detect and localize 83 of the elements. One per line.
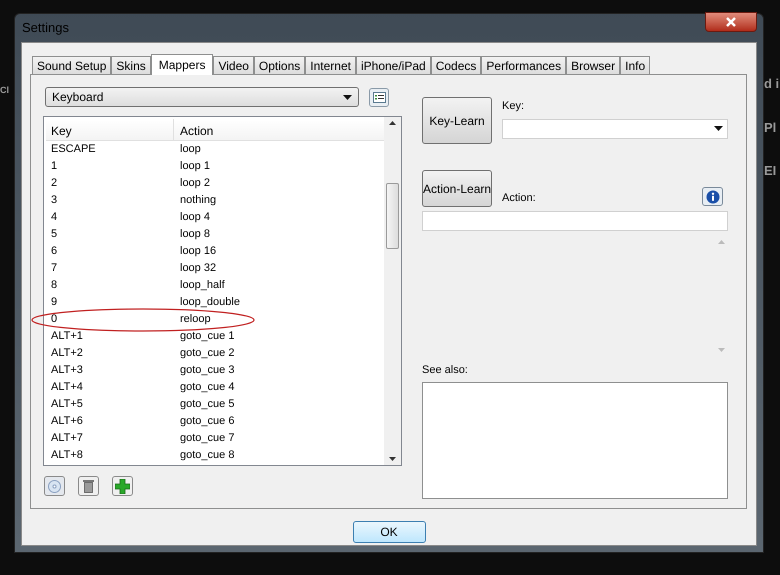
key-label: Key: <box>502 99 526 114</box>
tab[interactable]: Skins <box>111 56 151 74</box>
table-cell-text: loop 32 <box>179 261 216 276</box>
table-cell-text: nothing <box>179 193 216 208</box>
window-title: Settings <box>21 19 69 38</box>
table-cell-text: goto_cue 2 <box>179 346 234 362</box>
table-cell-text: ESCAPE <box>50 142 97 158</box>
table-cell-text: loop <box>179 142 201 158</box>
table-cell-text: ALT+1 <box>50 329 84 344</box>
column-header[interactable]: Key <box>46 119 174 140</box>
background-text: Cl <box>0 84 10 97</box>
table-cell-text: reloop <box>179 312 211 328</box>
table-cell-text: 3 <box>50 193 58 208</box>
ok-button[interactable]: OK <box>352 521 426 543</box>
table-cell-text: loop 4 <box>179 210 210 226</box>
table-cell-text: 9 <box>50 295 58 310</box>
background-text: d i <box>764 75 780 93</box>
table-cell-text: 6 <box>50 244 58 260</box>
table-cell-text: loop_half <box>179 278 225 294</box>
table-cell-text: ALT+5 <box>50 397 84 412</box>
table-cell-text: goto_cue 6 <box>179 414 234 430</box>
table-cell-text: ALT+6 <box>50 414 84 430</box>
table-cell-text: loop 1 <box>179 159 210 174</box>
table-cell-text: goto_cue 7 <box>179 431 234 446</box>
close-icon <box>726 17 736 27</box>
table-cell-text: loop_double <box>179 295 240 310</box>
table-cell-text: ALT+2 <box>50 346 84 362</box>
table-cell-text: goto_cue 1 <box>179 329 234 344</box>
list-icon <box>372 92 386 102</box>
table-cell-text: 0 <box>50 312 58 328</box>
list-view-button[interactable] <box>369 88 389 106</box>
tab[interactable]: Sound Setup <box>32 56 112 74</box>
scrollbar-thumb[interactable] <box>386 183 399 249</box>
table-cell-text: goto_cue 5 <box>179 397 234 412</box>
table-cell-text: goto_cue 8 <box>179 448 234 464</box>
key-learn-button[interactable]: Key-Learn <box>422 97 492 144</box>
table-cell-text: 2 <box>50 176 58 192</box>
scrollbar[interactable] <box>384 117 401 465</box>
table-cell-text: goto_cue 4 <box>179 380 234 396</box>
tab[interactable]: iPhone/iPad <box>356 56 431 74</box>
table-cell-text: 4 <box>50 210 58 226</box>
disc-icon <box>48 480 61 492</box>
close-button[interactable] <box>705 12 757 32</box>
see-also-label: See also: <box>422 363 469 378</box>
delete-button[interactable] <box>78 476 99 496</box>
table-cell-text: 5 <box>50 227 58 242</box>
mapper-dropdown[interactable]: Keyboard <box>45 87 359 107</box>
add-button[interactable] <box>112 476 133 496</box>
table-cell-text: ALT+4 <box>50 380 84 396</box>
scroll-up-icon[interactable] <box>389 121 396 125</box>
table-cell-text: ALT+7 <box>50 431 84 446</box>
key-dropdown[interactable] <box>502 118 728 138</box>
table-cell-text: 8 <box>50 278 58 294</box>
info-button[interactable] <box>702 187 723 206</box>
tab[interactable]: Codecs <box>430 56 482 74</box>
table-cell-text: loop 16 <box>179 244 216 260</box>
background-text: Pl <box>764 118 778 136</box>
tab[interactable]: Options <box>254 56 306 74</box>
tab[interactable]: Browser <box>566 56 620 74</box>
tab[interactable]: Performances <box>481 56 566 74</box>
table-cell-text: 1 <box>50 159 58 174</box>
column-header[interactable]: Action <box>174 119 384 140</box>
table-cell-text: loop 2 <box>179 176 210 192</box>
tab[interactable]: Video <box>213 56 254 74</box>
action-field[interactable] <box>422 211 728 231</box>
caret-icon <box>714 126 723 131</box>
info-icon <box>706 190 720 204</box>
tab[interactable]: Info <box>620 56 650 74</box>
table-cell-text: ALT+3 <box>50 363 84 378</box>
scroll-down-icon[interactable] <box>389 457 396 461</box>
caret-icon <box>343 94 352 100</box>
action-learn-button[interactable]: Action-Learn <box>422 170 492 207</box>
trash-icon <box>83 479 94 493</box>
refresh-button[interactable] <box>44 476 65 496</box>
table-cell-text: ALT+8 <box>50 448 84 464</box>
tab[interactable]: Internet <box>305 56 356 74</box>
table-cell-text: loop 8 <box>179 227 210 242</box>
plus-icon <box>115 478 130 494</box>
action-label: Action: <box>502 190 536 206</box>
background-text: EI <box>764 162 778 180</box>
table-cell-text: goto_cue 3 <box>179 363 234 378</box>
table-cell-text: 7 <box>50 261 58 276</box>
tab[interactable]: Mappers <box>150 54 214 75</box>
